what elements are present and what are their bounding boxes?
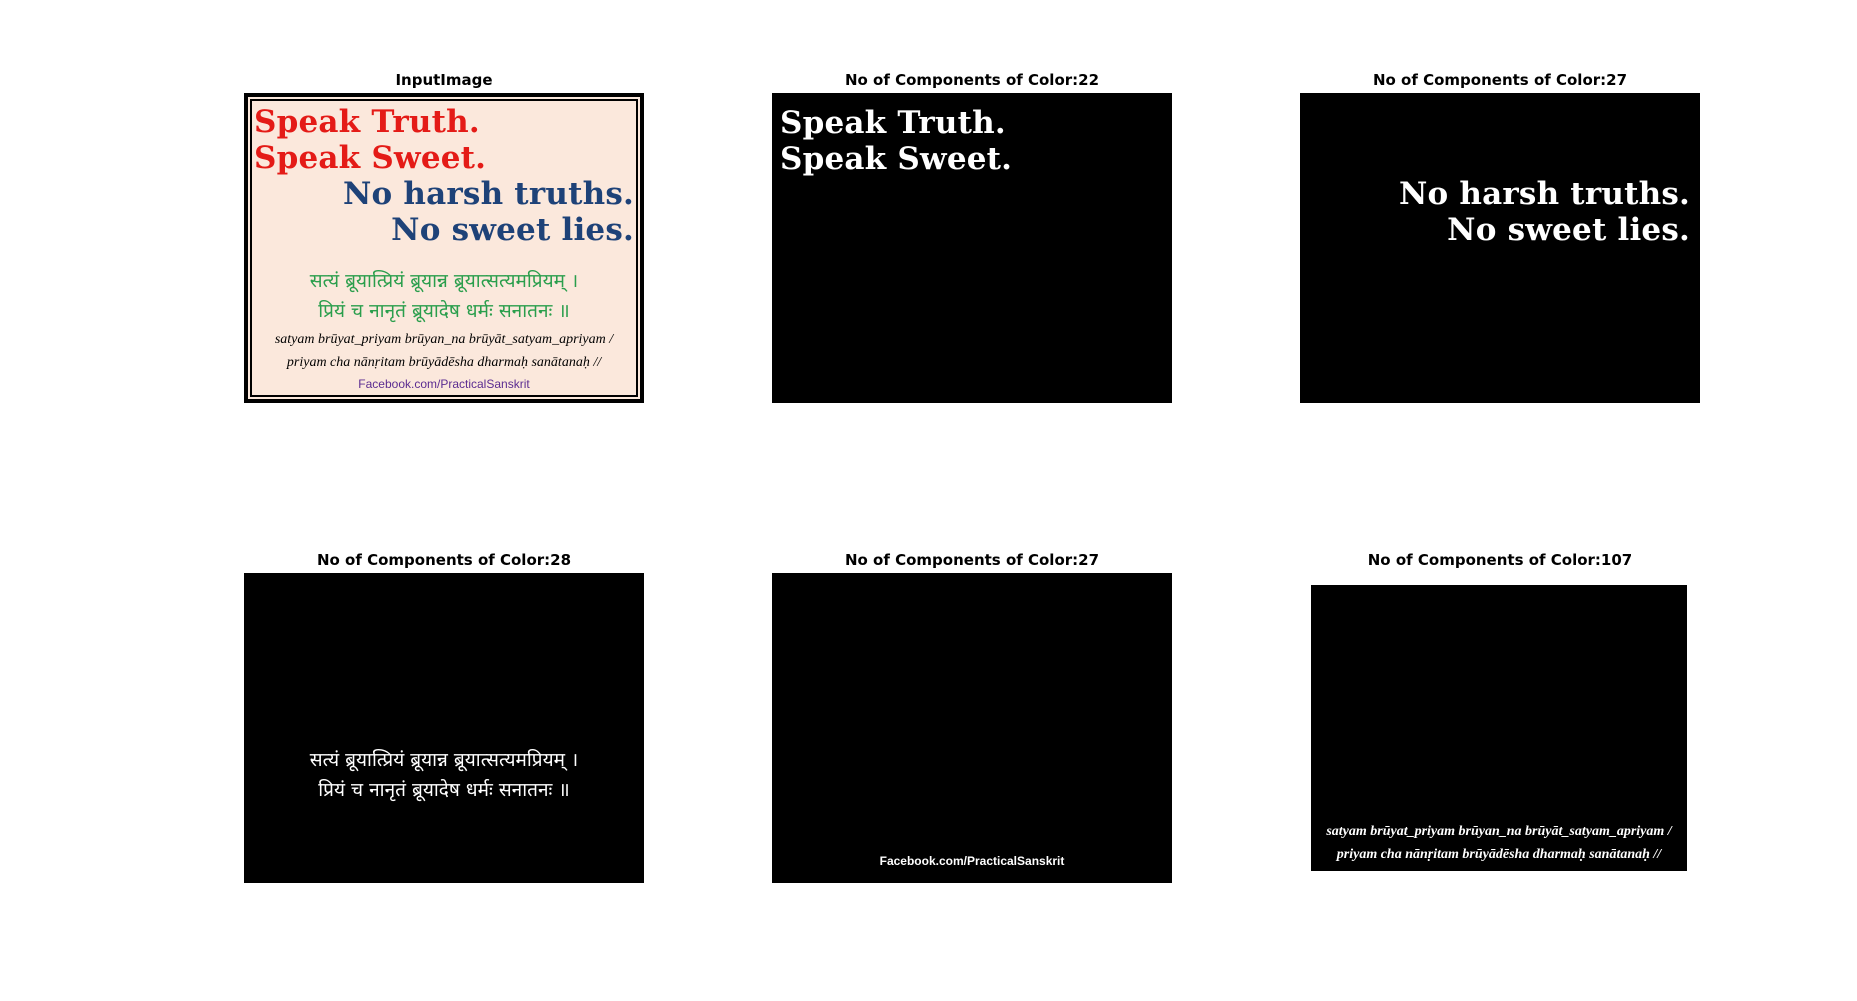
panel-title: No of Components of Color:28: [316, 551, 572, 569]
mask-image-purple: Facebook.com/PracticalSanskrit: [772, 573, 1172, 883]
transliteration-line-2: priyam cha nānṛitam brūyādēsha dharmaḥ s…: [286, 355, 602, 370]
mask-no-harsh-truths: No harsh truths.: [1398, 176, 1690, 212]
panel-title: No of Components of Color:22: [844, 71, 1100, 89]
sanskrit-line-2: प्रियं च नानृतं ब्रूयादेष धर्मः सनातनः ॥: [318, 300, 570, 322]
headline-speak-truth: Speak Truth.: [254, 104, 480, 140]
panel-title: InputImage: [395, 71, 493, 89]
panel-title: No of Components of Color:27: [1372, 71, 1628, 89]
mask-transliteration-line-2: priyam cha nānṛitam brūyādēsha dharmaḥ s…: [1336, 847, 1662, 862]
mask-transliteration-line-1: satyam brūyat_priyam brūyan_na brūyāt_sa…: [1326, 824, 1672, 839]
sanskrit-line-1: सत्यं ब्रूयात्प्रियं ब्रूयान्न ब्रूयात्स…: [309, 270, 579, 292]
mask-speak-sweet: Speak Sweet.: [780, 141, 1013, 177]
panel-title: No of Components of Color:107: [1367, 551, 1633, 569]
panel-title: No of Components of Color:27: [844, 551, 1100, 569]
headline-no-sweet-lies: No sweet lies.: [391, 212, 634, 248]
transliteration-line-1: satyam brūyat_priyam brūyan_na brūyāt_sa…: [274, 332, 614, 347]
mask-credit-text: Facebook.com/PracticalSanskrit: [879, 854, 1065, 868]
input-image: Speak Truth. Speak Sweet. No harsh truth…: [244, 93, 644, 403]
headline-no-harsh-truths: No harsh truths.: [342, 176, 634, 212]
mask-image-blue: No harsh truths. No sweet lies.: [1300, 93, 1700, 403]
mask-speak-truth: Speak Truth.: [780, 105, 1006, 141]
mask-image-green: सत्यं ब्रूयात्प्रियं ब्रूयान्न ब्रूयात्स…: [244, 573, 644, 883]
mask-image-black: satyam brūyat_priyam brūyan_na brūyāt_sa…: [1303, 577, 1695, 879]
headline-speak-sweet: Speak Sweet.: [254, 140, 487, 176]
mask-no-sweet-lies: No sweet lies.: [1447, 212, 1690, 248]
mask-image-red: Speak Truth. Speak Sweet.: [772, 93, 1172, 403]
credit-text: Facebook.com/PracticalSanskrit: [358, 377, 530, 391]
mask-background: satyam brūyat_priyam brūyan_na brūyāt_sa…: [1311, 585, 1687, 871]
mask-sanskrit-line-1: सत्यं ब्रूयात्प्रियं ब्रूयान्न ब्रूयात्स…: [309, 749, 579, 771]
mask-sanskrit-line-2: प्रियं च नानृतं ब्रूयादेष धर्मः सनातनः ॥: [318, 779, 570, 801]
